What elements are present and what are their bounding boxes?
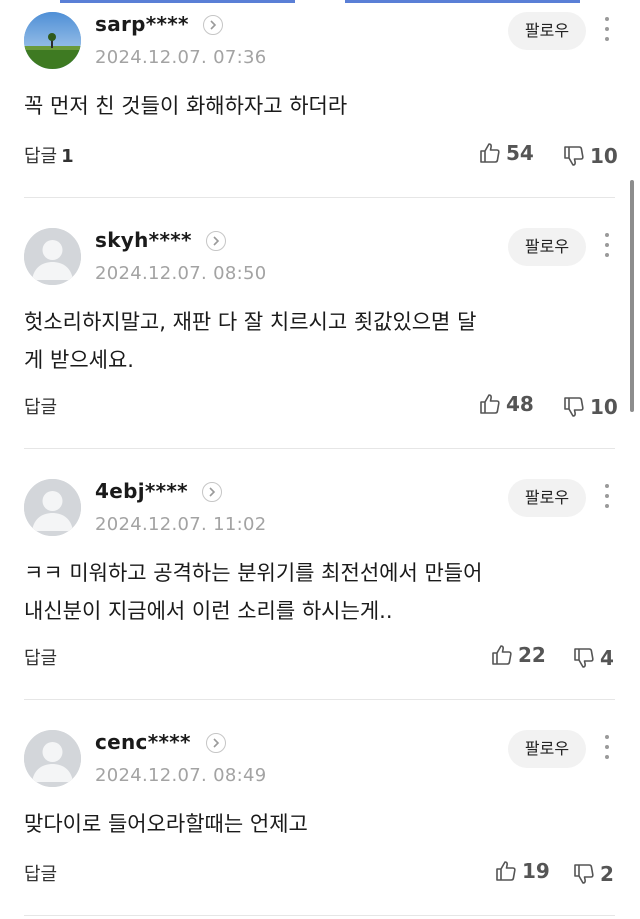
comment-date: 2024.12.07. 08:49 xyxy=(95,765,267,786)
dislike-count: 4 xyxy=(600,646,614,670)
username[interactable]: 4ebj**** xyxy=(95,479,188,503)
profile-chevron-icon[interactable] xyxy=(206,733,226,753)
dislike-count: 10 xyxy=(590,395,618,419)
follow-button[interactable]: 팔로우 xyxy=(508,730,586,768)
comment-item: sarp**** 2024.12.07. 07:36 팔로우 꼭 먼저 친 것들… xyxy=(0,0,640,198)
thumbs-down-icon xyxy=(564,146,584,166)
username[interactable]: cenc**** xyxy=(95,730,191,754)
like-count: 19 xyxy=(522,859,550,883)
like-button[interactable]: 54 xyxy=(478,139,534,167)
reply-link[interactable]: 답글 xyxy=(24,860,57,886)
follow-button[interactable]: 팔로우 xyxy=(508,12,586,50)
thumbs-down-icon xyxy=(574,864,594,884)
thumbs-up-icon xyxy=(480,143,500,163)
profile-chevron-icon[interactable] xyxy=(203,15,223,35)
dislike-button[interactable]: 4 xyxy=(572,644,614,672)
thumbs-down-icon xyxy=(574,648,594,668)
comment-text: 꼭 먼저 친 것들이 화해하자고 하더라 xyxy=(24,94,348,118)
comment-text: 맞다이로 들어오라할때는 언제고 xyxy=(24,812,308,836)
like-button[interactable]: 22 xyxy=(490,641,546,669)
reply-label: 답글 xyxy=(24,864,58,885)
comment-text: 헛소리하지말고, 재판 다 잘 치르시고 죗값있으멷 달 게 받으세요. xyxy=(24,310,477,372)
dislike-button[interactable]: 2 xyxy=(572,860,614,888)
more-options-icon[interactable] xyxy=(601,732,613,762)
comment-date: 2024.12.07. 11:02 xyxy=(95,514,267,535)
like-count: 54 xyxy=(506,141,534,165)
avatar[interactable] xyxy=(24,479,81,536)
divider xyxy=(24,197,615,198)
username[interactable]: sarp**** xyxy=(95,12,189,36)
dislike-count: 2 xyxy=(600,862,614,886)
more-options-icon[interactable] xyxy=(601,14,613,44)
comment-date: 2024.12.07. 07:36 xyxy=(95,47,267,68)
like-button[interactable]: 48 xyxy=(478,390,534,418)
more-options-icon[interactable] xyxy=(601,230,613,260)
like-count: 48 xyxy=(506,392,534,416)
reply-label: 답글 xyxy=(24,648,58,669)
reply-link[interactable]: 답글 xyxy=(24,644,57,670)
avatar[interactable] xyxy=(24,228,81,285)
comment-item: cenc**** 2024.12.07. 08:49 팔로우 맞다이로 들어오라… xyxy=(0,718,640,919)
reply-link[interactable]: 답글 xyxy=(24,393,57,419)
scrollbar[interactable] xyxy=(630,180,634,412)
profile-chevron-icon[interactable] xyxy=(202,482,222,502)
username[interactable]: skyh**** xyxy=(95,228,192,252)
thumbs-up-icon xyxy=(480,394,500,414)
dislike-button[interactable]: 10 xyxy=(562,142,618,170)
divider xyxy=(24,699,615,700)
reply-label: 답글 xyxy=(24,146,58,167)
comment-text: ㅋㅋ 미워하고 공격하는 분위기를 최전선에서 만들어 내신분이 지금에서 이런… xyxy=(24,561,483,623)
divider xyxy=(24,448,615,449)
comment-item: skyh**** 2024.12.07. 08:50 팔로우 헛소리하지말고, … xyxy=(0,216,640,448)
thumbs-up-icon xyxy=(492,645,512,665)
dislike-count: 10 xyxy=(590,144,618,168)
avatar[interactable] xyxy=(24,12,81,69)
like-button[interactable]: 19 xyxy=(494,857,550,885)
avatar[interactable] xyxy=(24,730,81,787)
reply-label: 답글 xyxy=(24,397,58,418)
follow-button[interactable]: 팔로우 xyxy=(508,479,586,517)
comment-date: 2024.12.07. 08:50 xyxy=(95,263,267,284)
dislike-button[interactable]: 10 xyxy=(562,393,618,421)
more-options-icon[interactable] xyxy=(601,481,613,511)
reply-link[interactable]: 답글 1 xyxy=(24,142,74,168)
like-count: 22 xyxy=(518,643,546,667)
reply-count: 1 xyxy=(61,146,74,167)
profile-chevron-icon[interactable] xyxy=(206,231,226,251)
divider xyxy=(24,915,615,916)
thumbs-up-icon xyxy=(496,861,516,881)
follow-button[interactable]: 팔로우 xyxy=(508,228,586,266)
comment-item: 4ebj**** 2024.12.07. 11:02 팔로우 ㅋㅋ 미워하고 공… xyxy=(0,467,640,699)
thumbs-down-icon xyxy=(564,397,584,417)
